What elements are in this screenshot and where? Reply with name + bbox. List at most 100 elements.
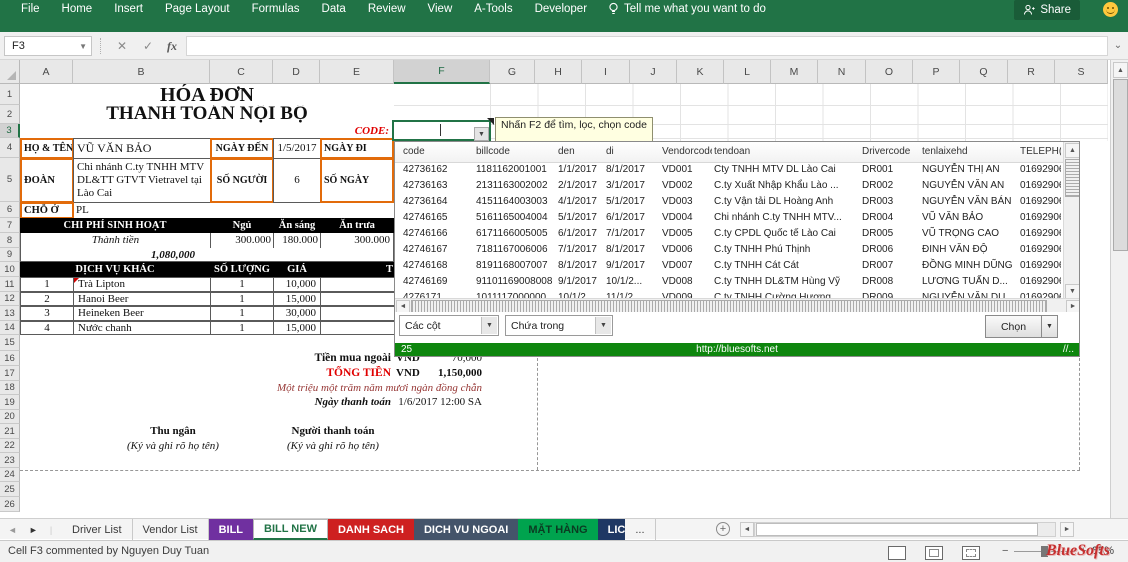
cell-ho-ten-label[interactable]: HỌ & TÊN: [20, 138, 74, 159]
cell-ngay-di-label[interactable]: NGÀY ĐI: [320, 138, 394, 159]
chi-phi-header[interactable]: CHI PHÍ SINH HOẠT: [20, 218, 210, 233]
scroll-down-icon[interactable]: ▼: [1065, 284, 1079, 299]
popup-hscroll-thumb[interactable]: [411, 300, 1047, 312]
sheet-tab-driver-list[interactable]: Driver List: [62, 519, 133, 540]
sheet-tab-dich-vu-ngoai[interactable]: DICH VU NGOAI: [414, 519, 518, 540]
lookup-col-header-di[interactable]: di: [606, 142, 660, 162]
column-header-k[interactable]: K: [677, 60, 724, 84]
row-header-20[interactable]: 20: [0, 410, 20, 424]
filter-columns-combo[interactable]: Các cột ▼: [399, 315, 499, 336]
column-header-h[interactable]: H: [535, 60, 582, 84]
ribbon-tab-home[interactable]: Home: [51, 1, 104, 17]
item-row-3-no[interactable]: 3: [20, 306, 74, 321]
tab-scroll-right-icon[interactable]: ►: [1060, 522, 1074, 537]
dich-vu-col-so-luong[interactable]: SỐ LƯỢNG: [210, 262, 274, 277]
lookup-col-header-code[interactable]: code: [403, 142, 469, 162]
row-header-14[interactable]: 14: [0, 321, 20, 335]
invoice-title-line2[interactable]: THANH TOÁN NỘI BỘ: [20, 105, 394, 124]
row-header-17[interactable]: 17: [0, 366, 20, 381]
row-header-16[interactable]: 16: [0, 351, 20, 366]
item-row-1-no[interactable]: 1: [20, 277, 74, 292]
cell-sign-note-right[interactable]: (Ký và ghi rõ họ tên): [253, 439, 413, 453]
item-row-2-empty[interactable]: [320, 292, 395, 306]
cell-so-nguoi-label[interactable]: SỐ NGƯỜI: [210, 158, 274, 203]
item-row-2-name[interactable]: Hanoi Beer: [73, 292, 211, 306]
column-header-e[interactable]: E: [320, 60, 394, 84]
select-button[interactable]: Chọn: [985, 315, 1042, 338]
cell-ngay-thanh-toan-value[interactable]: 1/6/2017 12:00 SA: [396, 395, 482, 410]
item-row-1-empty[interactable]: [320, 277, 395, 292]
row-header-7[interactable]: 7: [0, 218, 20, 233]
dich-vu-col-gia[interactable]: GIÁ: [273, 262, 321, 277]
row-header-5[interactable]: 5: [0, 158, 20, 202]
dich-vu-header[interactable]: DỊCH VỤ KHÁC: [20, 262, 210, 277]
chi-phi-col-ngu[interactable]: Ngủ: [210, 218, 274, 233]
lookup-row[interactable]: 4274616661711660050056/1/20177/1/2017VD0…: [395, 226, 1063, 242]
sheet-vscroll-thumb[interactable]: [1113, 79, 1128, 251]
row-header-15[interactable]: 15: [0, 335, 20, 351]
smiley-face-icon[interactable]: [1103, 2, 1118, 17]
lookup-col-header-tenlaixehd[interactable]: tenlaixehd: [922, 142, 1018, 162]
popup-vertical-scrollbar[interactable]: ▲ ▼: [1063, 142, 1079, 298]
new-sheet-button[interactable]: +: [716, 522, 730, 536]
row-header-3[interactable]: 3: [0, 124, 20, 138]
ribbon-tab-view[interactable]: View: [417, 1, 464, 17]
page-layout-view-icon[interactable]: [925, 546, 943, 560]
row-header-9[interactable]: 9: [0, 248, 20, 262]
item-row-1-qty[interactable]: 1: [210, 277, 274, 292]
row-header-22[interactable]: 22: [0, 439, 20, 453]
row-header-18[interactable]: 18: [0, 381, 20, 395]
cell-cho-o-value[interactable]: PL: [73, 202, 394, 219]
cell-nguoi-thanh-toan[interactable]: Người thanh toán: [253, 424, 413, 439]
cell-chi-phi-total[interactable]: 1,080,000: [73, 248, 273, 262]
normal-view-icon[interactable]: [888, 546, 906, 560]
cell-ngu-value[interactable]: 300.000: [210, 233, 274, 248]
cell-tien-mua-ngoai-label[interactable]: Tiền mua ngoài: [210, 351, 391, 366]
row-header-6[interactable]: 6: [0, 202, 20, 218]
dich-vu-col-partial[interactable]: T: [320, 262, 394, 277]
chi-phi-col-an-trua[interactable]: Ăn trưa: [320, 218, 394, 233]
ribbon-tab-data[interactable]: Data: [311, 1, 357, 17]
cancel-entry-button[interactable]: ✕: [112, 36, 132, 56]
row-header-24[interactable]: 24: [0, 468, 20, 482]
lookup-col-header-teleph[interactable]: TELEPH(: [1020, 142, 1061, 162]
lookup-col-header-tendoan[interactable]: tendoan: [714, 142, 856, 162]
column-header-j[interactable]: J: [630, 60, 677, 84]
column-header-m[interactable]: M: [771, 60, 818, 84]
cell-an-trua-value[interactable]: 300.000: [320, 233, 394, 248]
item-row-3-price[interactable]: 30,000: [273, 306, 321, 321]
ribbon-tab-insert[interactable]: Insert: [103, 1, 154, 17]
cell-ho-ten-value[interactable]: VŨ VĂN BẢO: [73, 138, 211, 159]
cell-thanh-tien-label[interactable]: Thành tiền: [20, 233, 210, 248]
scroll-up-icon[interactable]: ▲: [1065, 143, 1079, 158]
column-header-p[interactable]: P: [913, 60, 960, 84]
combo-dropdown-icon[interactable]: ▼: [481, 317, 497, 334]
column-header-g[interactable]: G: [490, 60, 535, 84]
column-header-d[interactable]: D: [273, 60, 320, 84]
ribbon-tab-formulas[interactable]: Formulas: [241, 1, 311, 17]
cell-tong-tien-label[interactable]: TỔNG TIỀN: [210, 366, 391, 381]
item-row-1-name[interactable]: Trà Lipton: [73, 277, 211, 292]
column-header-r[interactable]: R: [1008, 60, 1055, 84]
lookup-row[interactable]: 4274616881911680070078/1/20179/1/2017VD0…: [395, 258, 1063, 274]
cell-so-nguoi-value[interactable]: 6: [273, 158, 321, 203]
cell-sign-note-left[interactable]: (Ký và ghi rõ họ tên): [73, 439, 273, 453]
edit-box-dropdown-icon[interactable]: ▼: [474, 127, 489, 141]
scroll-up-icon[interactable]: ▲: [1113, 62, 1128, 78]
cell-ngay-thanh-toan-label[interactable]: Ngày thanh toán: [210, 395, 391, 410]
item-row-4-empty[interactable]: [320, 321, 395, 335]
column-header-o[interactable]: O: [866, 60, 913, 84]
cell-cho-o-label[interactable]: CHỖ Ở: [20, 202, 74, 219]
page-break-view-icon[interactable]: [962, 546, 980, 560]
row-header-10[interactable]: 10: [0, 262, 20, 277]
sheet-tab-[interactable]: ...: [625, 519, 655, 540]
column-header-n[interactable]: N: [818, 60, 866, 84]
tab-scroll-left-icon[interactable]: ◄: [740, 522, 754, 537]
cell-so-ngay-label[interactable]: SỐ NGÀY: [320, 158, 394, 203]
lookup-list-header[interactable]: codebillcodedendiVendorcodetendoanDriver…: [395, 142, 1079, 163]
item-row-3-empty[interactable]: [320, 306, 395, 321]
cell-code-label[interactable]: CODE:: [300, 124, 391, 138]
next-sheet-icon[interactable]: ►: [29, 525, 38, 535]
cell-ngay-den-value[interactable]: 1/5/2017: [273, 138, 321, 159]
column-header-q[interactable]: Q: [960, 60, 1008, 84]
